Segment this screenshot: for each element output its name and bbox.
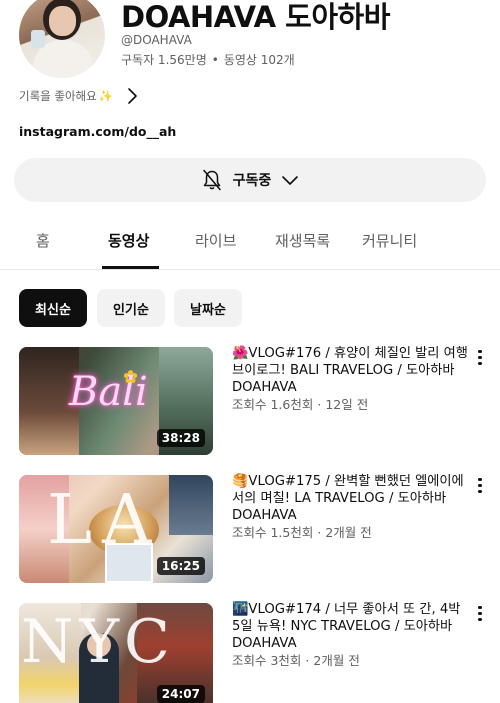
subscriber-count: 구독자 1.56만명 bbox=[121, 53, 207, 67]
subscribed-button[interactable]: 구독중 bbox=[14, 158, 486, 202]
meta-separator: · bbox=[317, 397, 322, 412]
tab-home[interactable]: 홈 bbox=[36, 230, 50, 251]
channel-name: DOAHAVA 도아하바 bbox=[121, 0, 390, 34]
video-count: 동영상 102개 bbox=[223, 53, 295, 67]
subscribed-label: 구독중 bbox=[232, 173, 272, 189]
stats-separator: • bbox=[211, 53, 219, 67]
tab-live[interactable]: 라이브 bbox=[195, 230, 236, 251]
meta-separator: · bbox=[305, 653, 310, 668]
video-meta: 조회수 1.6천회 · 12일 전 bbox=[232, 394, 368, 413]
title-text: VLOG#175 / 완벽할 뻔했던 엘에이에서의 며칠! LA TRAVELO… bbox=[232, 474, 464, 523]
more-options-icon[interactable] bbox=[474, 475, 486, 497]
channel-description[interactable]: 기록을 좋아해요 ✨ bbox=[19, 88, 113, 104]
more-options-icon[interactable] bbox=[474, 347, 486, 369]
thumbnail-overlay-text: NYC bbox=[21, 607, 176, 677]
chip-popular[interactable]: 인기순 bbox=[97, 289, 165, 327]
video-item[interactable]: NYC 24:07 🌃VLOG#174 / 너무 좋아서 또 간, 4박 5일 … bbox=[0, 601, 500, 703]
title-emoji: 🌺 bbox=[232, 346, 249, 361]
chip-oldest[interactable]: 날짜순 bbox=[174, 289, 242, 327]
video-duration: 38:28 bbox=[156, 429, 205, 447]
chevron-right-icon[interactable] bbox=[124, 86, 142, 106]
thumbnail-photo-right bbox=[169, 475, 213, 535]
sparkle-emoji: ✨ bbox=[98, 89, 114, 103]
tab-community[interactable]: 커뮤니티 bbox=[362, 230, 417, 251]
video-title[interactable]: 🥞VLOG#175 / 완벽할 뻔했던 엘에이에서의 며칠! LA TRAVEL… bbox=[232, 473, 468, 524]
channel-avatar[interactable] bbox=[19, 0, 105, 78]
channel-handle: @DOAHAVA bbox=[121, 33, 192, 47]
title-emoji: 🥞 bbox=[232, 474, 249, 489]
video-thumbnail[interactable]: LA 16:25 bbox=[19, 475, 213, 583]
title-text: VLOG#176 / 휴양이 체질인 발리 여행 브이로그! BALI TRAV… bbox=[232, 346, 468, 395]
upload-age: 2개월 전 bbox=[325, 525, 372, 540]
video-duration: 24:07 bbox=[156, 685, 205, 703]
channel-tabs: 홈 동영상 라이브 재생목록 커뮤니티 bbox=[0, 214, 500, 270]
upload-age: 2개월 전 bbox=[313, 653, 360, 668]
chevron-down-icon bbox=[282, 176, 299, 185]
channel-stats: 구독자 1.56만명 • 동영상 102개 bbox=[121, 51, 295, 68]
bell-off-icon bbox=[202, 169, 221, 191]
channel-link[interactable]: instagram.com/do__ah bbox=[19, 124, 176, 139]
view-count: 조회수 1.6천회 bbox=[232, 397, 314, 412]
video-duration: 16:25 bbox=[156, 557, 205, 575]
chip-latest[interactable]: 최신순 bbox=[19, 289, 87, 327]
video-thumbnail[interactable]: NYC 24:07 bbox=[19, 603, 213, 703]
active-tab-indicator bbox=[102, 266, 159, 269]
video-thumbnail[interactable]: Bali ✿ 38:28 bbox=[19, 347, 213, 455]
title-emoji: 🌃 bbox=[232, 602, 249, 617]
video-title[interactable]: 🌃VLOG#174 / 너무 좋아서 또 간, 4박 5일 뉴욕! NYC TR… bbox=[232, 601, 468, 652]
video-meta: 조회수 3천회 · 2개월 전 bbox=[232, 650, 360, 669]
video-item[interactable]: Bali ✿ 38:28 🌺VLOG#176 / 휴양이 체질인 발리 여행 브… bbox=[0, 345, 500, 457]
description-text: 기록을 좋아해요 bbox=[19, 89, 97, 103]
avatar-face bbox=[49, 6, 76, 36]
video-item[interactable]: LA 16:25 🥞VLOG#175 / 완벽할 뻔했던 엘에이에서의 며칠! … bbox=[0, 473, 500, 585]
meta-separator: · bbox=[317, 525, 322, 540]
upload-age: 12일 전 bbox=[325, 397, 369, 412]
view-count: 조회수 3천회 bbox=[232, 653, 302, 668]
more-options-icon[interactable] bbox=[474, 603, 486, 625]
title-text: VLOG#174 / 너무 좋아서 또 간, 4박 5일 뉴욕! NYC TRA… bbox=[232, 602, 461, 651]
video-meta: 조회수 1.5천회 · 2개월 전 bbox=[232, 522, 372, 541]
flower-decoration: ✿ bbox=[123, 367, 139, 388]
avatar-cup bbox=[31, 30, 45, 48]
tab-playlists[interactable]: 재생목록 bbox=[275, 230, 330, 251]
tab-videos[interactable]: 동영상 bbox=[108, 230, 149, 251]
view-count: 조회수 1.5천회 bbox=[232, 525, 314, 540]
thumbnail-overlay-text: LA bbox=[47, 481, 162, 560]
video-title[interactable]: 🌺VLOG#176 / 휴양이 체질인 발리 여행 브이로그! BALI TRA… bbox=[232, 345, 468, 396]
